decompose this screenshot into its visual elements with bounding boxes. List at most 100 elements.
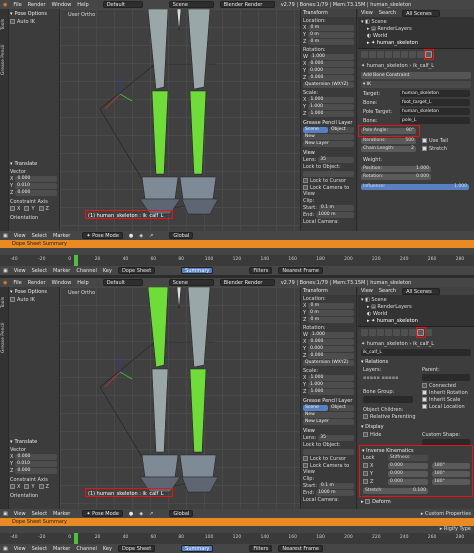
inherit-rotation-checkbox[interactable] <box>422 390 427 395</box>
select-menu[interactable]: Select <box>32 511 47 517</box>
object-tab-icon[interactable] <box>393 329 400 336</box>
new-button[interactable]: New <box>303 412 354 418</box>
channel-menu[interactable]: Channel <box>76 546 97 552</box>
bone-field[interactable]: foot_target_L <box>400 99 470 106</box>
playhead[interactable] <box>74 533 78 544</box>
tab-tools[interactable]: Tools <box>1 11 8 37</box>
editor-mode-select[interactable]: Dope Sheet <box>117 267 156 274</box>
view-menu[interactable]: View <box>361 288 373 294</box>
constraint-y[interactable]: Y <box>24 484 35 490</box>
menu-window[interactable]: Window <box>52 280 72 286</box>
scene-select[interactable]: Scene <box>168 1 214 8</box>
lock-camera-checkbox[interactable] <box>303 463 308 468</box>
rigify-type-label[interactable]: ▸ Rigify Type <box>440 526 471 532</box>
scene-tab-icon[interactable] <box>377 51 384 58</box>
snap-select[interactable]: Nearest Frame <box>278 267 323 274</box>
menu-file[interactable]: File <box>13 280 21 286</box>
location-x-field[interactable]: 0 m <box>308 303 354 309</box>
view-menu[interactable]: View <box>361 10 373 16</box>
use-tail-checkbox[interactable] <box>422 138 427 143</box>
key-menu[interactable]: Key <box>103 546 112 552</box>
summary-toggle[interactable]: Summary <box>181 267 214 274</box>
filters-button[interactable]: Filters <box>249 545 273 552</box>
deform-checkbox[interactable] <box>365 499 371 504</box>
orientation-select[interactable]: Global <box>169 510 194 517</box>
rotation-y-field[interactable]: 0.000 <box>308 68 354 74</box>
clip-end-field[interactable]: 1000 m <box>316 212 354 218</box>
filters-button[interactable]: Filters <box>249 267 273 274</box>
outliner-item-renderlayers[interactable]: ▸ ▤ RenderLayers <box>361 26 418 33</box>
manipulator-icon[interactable]: ↗ <box>149 233 153 239</box>
dope-sheet-summary[interactable]: Dope Sheet Summary <box>0 240 474 248</box>
layout-select[interactable]: Default <box>102 279 143 286</box>
scene-button[interactable]: Scene <box>303 405 328 411</box>
collapse-triangle-icon[interactable]: ▾ <box>10 439 13 445</box>
relations-title[interactable]: ▾ Relations <box>361 359 388 365</box>
inherit-rotation-option[interactable]: Inherit Rotation <box>422 390 468 396</box>
layer-grid[interactable]: ▪▪▪▪▪ ▪▪▪▪▪ <box>363 375 398 381</box>
marker-menu[interactable]: Marker <box>53 511 70 517</box>
local-location-checkbox[interactable] <box>422 404 427 409</box>
bone-tab-icon[interactable] <box>417 51 424 58</box>
new-layer-button[interactable]: New Layer <box>303 141 354 147</box>
menu-render[interactable]: Render <box>28 2 46 8</box>
render-layers-tab-icon[interactable] <box>369 51 376 58</box>
bone-group-field[interactable] <box>363 396 413 403</box>
new-button[interactable]: New <box>303 134 354 140</box>
constraint-x[interactable]: X <box>10 206 20 212</box>
pole-target-field[interactable]: human_skeleton <box>400 108 470 115</box>
vector-y-field[interactable]: 0.010 <box>15 461 57 467</box>
dope-sheet[interactable]: Dope Sheet Summary <box>0 240 474 255</box>
select-menu[interactable]: Select <box>32 546 47 552</box>
custom-properties-label[interactable]: ▸ Custom Properties <box>421 511 471 517</box>
vector-y-field[interactable]: 0.010 <box>15 183 57 189</box>
mode-select[interactable]: ✦ Pose Mode <box>82 510 123 517</box>
vector-x-field[interactable]: 0.000 <box>15 176 57 182</box>
orientation-select[interactable]: Global <box>169 232 194 239</box>
clip-start-field[interactable]: 0.1 m <box>318 483 354 489</box>
deform-title[interactable]: ▸ Deform <box>361 499 391 505</box>
rotation-mode-select[interactable]: Quaternion (WXYZ) <box>303 360 354 366</box>
dope-sheet[interactable]: Dope Sheet Summary ▸ Rigify Type <box>0 518 474 533</box>
location-z-field[interactable]: 0 m <box>308 317 354 323</box>
menu-file[interactable]: File <box>13 2 21 8</box>
vector-x-field[interactable]: 0.000 <box>15 454 57 460</box>
key-menu[interactable]: Key <box>103 268 112 274</box>
playhead[interactable] <box>74 255 78 266</box>
local-location-option[interactable]: Local Location <box>422 404 465 410</box>
menu-render[interactable]: Render <box>28 280 46 286</box>
chain-length-field[interactable]: Chain Length: 2 <box>361 146 416 152</box>
outliner-item-human-skeleton[interactable]: ▸ ✦ human_skeleton <box>361 318 418 325</box>
data-tab-icon[interactable] <box>409 329 416 336</box>
world-tab-icon[interactable] <box>385 51 392 58</box>
constraint-z[interactable]: Z <box>38 206 49 212</box>
bone-constraint-tab-icon[interactable] <box>425 329 432 336</box>
connected-checkbox[interactable] <box>422 383 427 388</box>
editor-type-icon[interactable]: ▣ <box>3 233 8 239</box>
editor-type-icon[interactable]: ▣ <box>3 268 8 274</box>
render-tab-icon[interactable] <box>361 51 368 58</box>
outliner-item-world[interactable]: ◐ World <box>361 311 418 318</box>
constraints-tab-icon[interactable] <box>401 329 408 336</box>
auto-ik-checkbox[interactable] <box>10 19 15 24</box>
clip-start-field[interactable]: 0.1 m <box>318 205 354 211</box>
pivot-icon[interactable]: ◈ <box>139 233 143 239</box>
add-bone-constraint-button[interactable]: Add Bone Constraint <box>361 72 471 79</box>
lens-field[interactable]: 35 <box>318 435 354 441</box>
outliner-filter-select[interactable]: All Scenes <box>402 9 441 17</box>
menu-window[interactable]: Window <box>52 2 72 8</box>
vector-z-field[interactable]: 0.000 <box>15 190 57 196</box>
location-z-field[interactable]: 0 m <box>308 39 354 45</box>
lock-object-field[interactable] <box>303 171 354 177</box>
scale-x-field[interactable]: 1.000 <box>308 375 354 381</box>
outliner-item-human-skeleton[interactable]: ▸ ✦ human_skeleton <box>361 40 418 47</box>
lock-to-cursor-checkbox[interactable] <box>303 178 308 183</box>
menu-help[interactable]: Help <box>77 2 88 8</box>
search-menu[interactable]: Search <box>379 288 396 294</box>
3d-viewport[interactable]: User Ortho (1) human_skeleton : ik_calf_… <box>60 287 300 509</box>
blender-logo-icon[interactable]: ◉ <box>3 2 7 8</box>
blender-logo-icon[interactable]: ◉ <box>3 280 7 286</box>
rotation-y-field[interactable]: 0.000 <box>308 346 354 352</box>
location-x-field[interactable]: 0 m <box>308 25 354 31</box>
outliner-filter-select[interactable]: All Scenes <box>402 287 441 295</box>
